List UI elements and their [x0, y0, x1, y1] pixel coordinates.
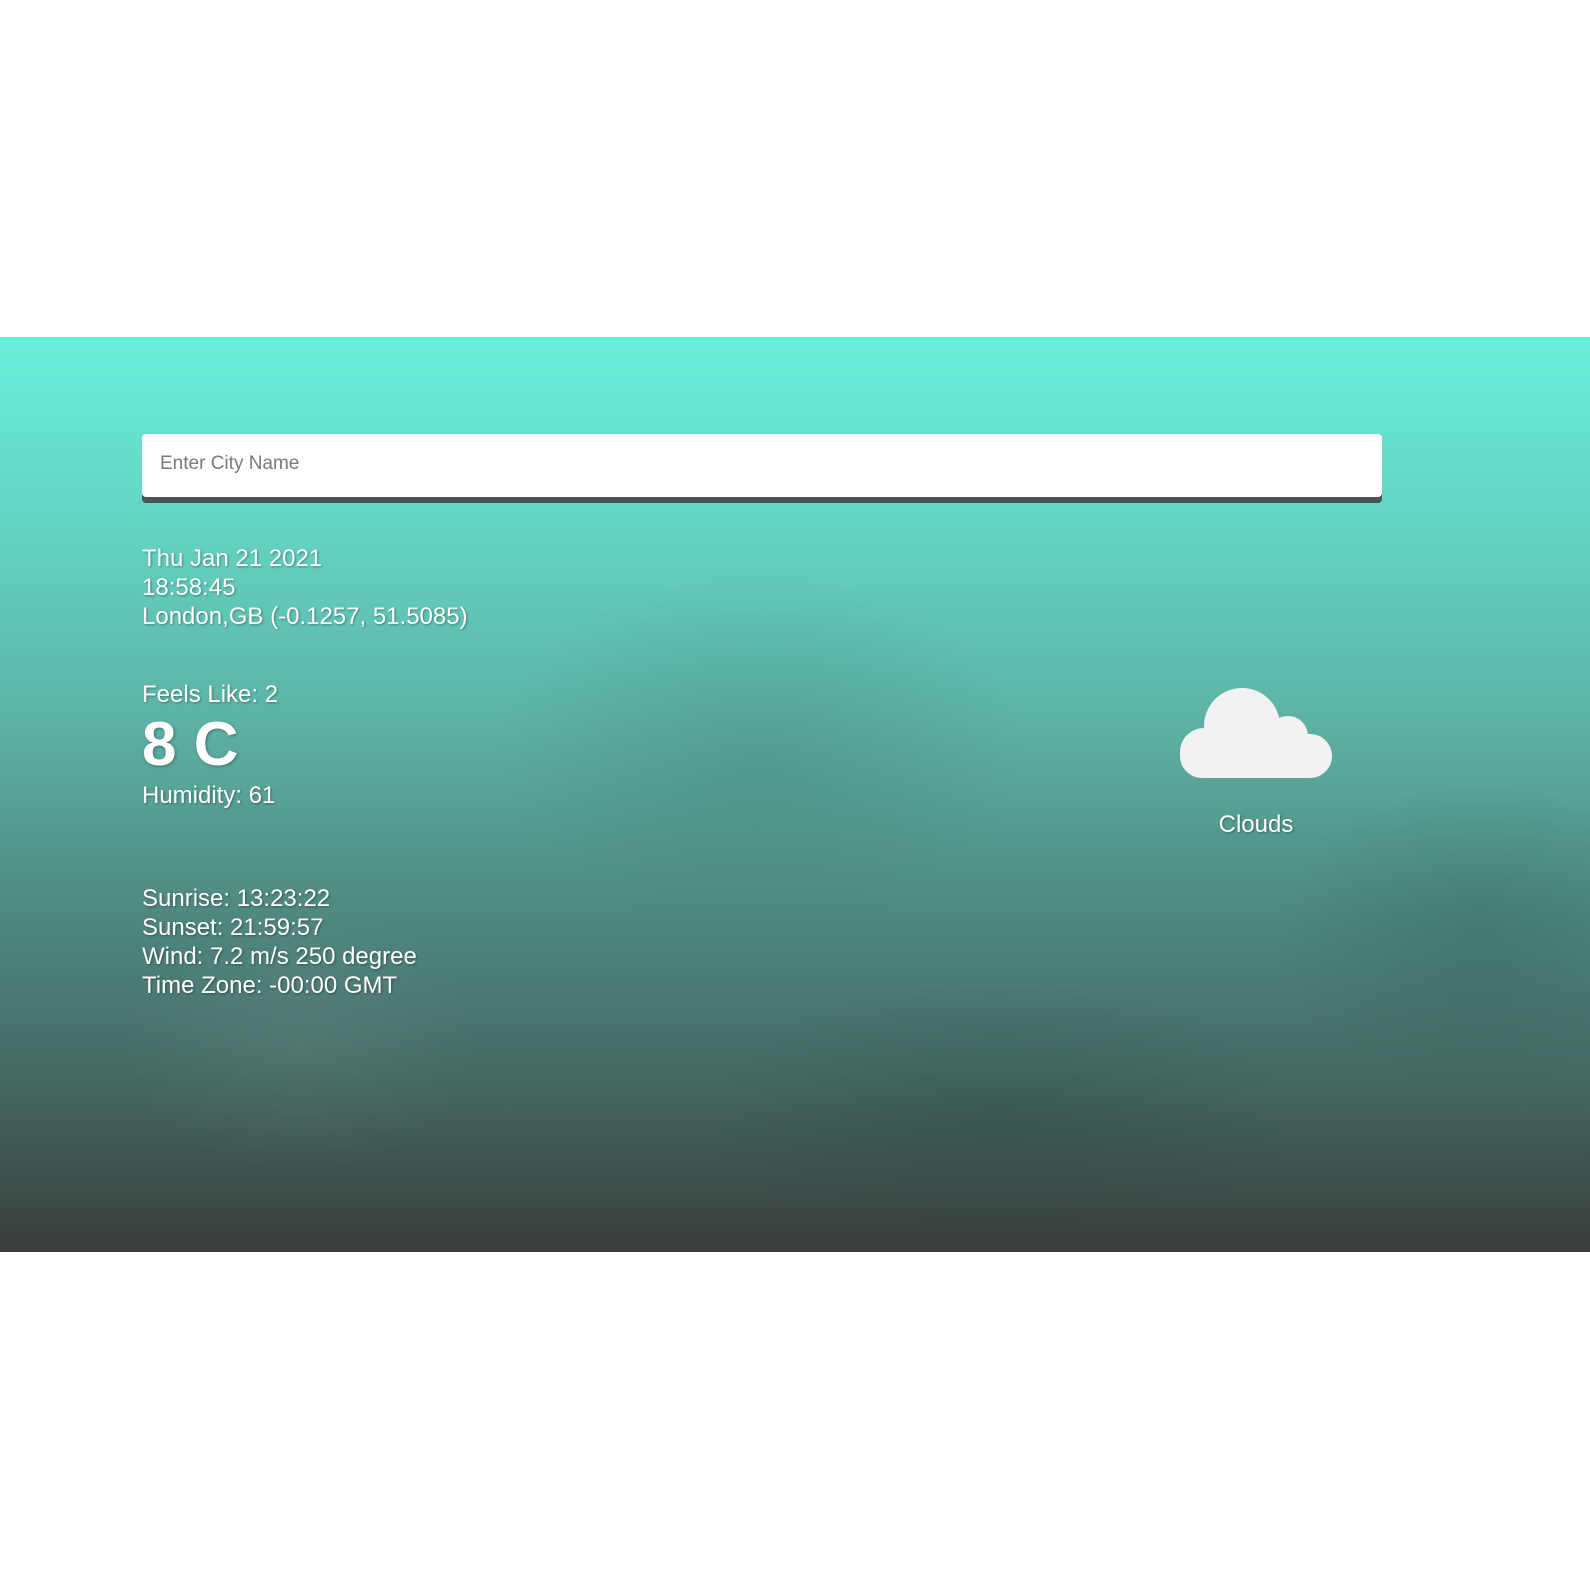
- sunset: Sunset: 21:59:57: [142, 914, 324, 941]
- timezone: Time Zone: -00:00 GMT: [142, 972, 398, 999]
- current-conditions: Feels Like: 2 8 C Humidity: 61: [142, 680, 278, 810]
- location-name: London,GB (-0.1257, 51.5085): [142, 603, 468, 630]
- current-time: 18:58:45: [142, 574, 236, 601]
- humidity: Humidity: 61: [142, 782, 276, 809]
- feels-like: Feels Like: 2: [142, 681, 279, 708]
- city-search-input[interactable]: [142, 434, 1382, 493]
- temperature: 8 C: [142, 710, 239, 779]
- details-block: Sunrise: 13:23:22 Sunset: 21:59:57 Wind:…: [142, 884, 417, 1000]
- location-block: Thu Jan 21 2021 18:58:45 London,GB (-0.1…: [142, 544, 468, 631]
- search-bar: [142, 434, 1382, 497]
- sunrise: Sunrise: 13:23:22: [142, 885, 331, 912]
- current-date: Thu Jan 21 2021: [142, 545, 323, 572]
- wind: Wind: 7.2 m/s 250 degree: [142, 943, 417, 970]
- cloud-icon: [1180, 688, 1332, 778]
- weather-app: Thu Jan 21 2021 18:58:45 London,GB (-0.1…: [0, 337, 1590, 1252]
- weather-condition: Clouds: [1218, 811, 1294, 838]
